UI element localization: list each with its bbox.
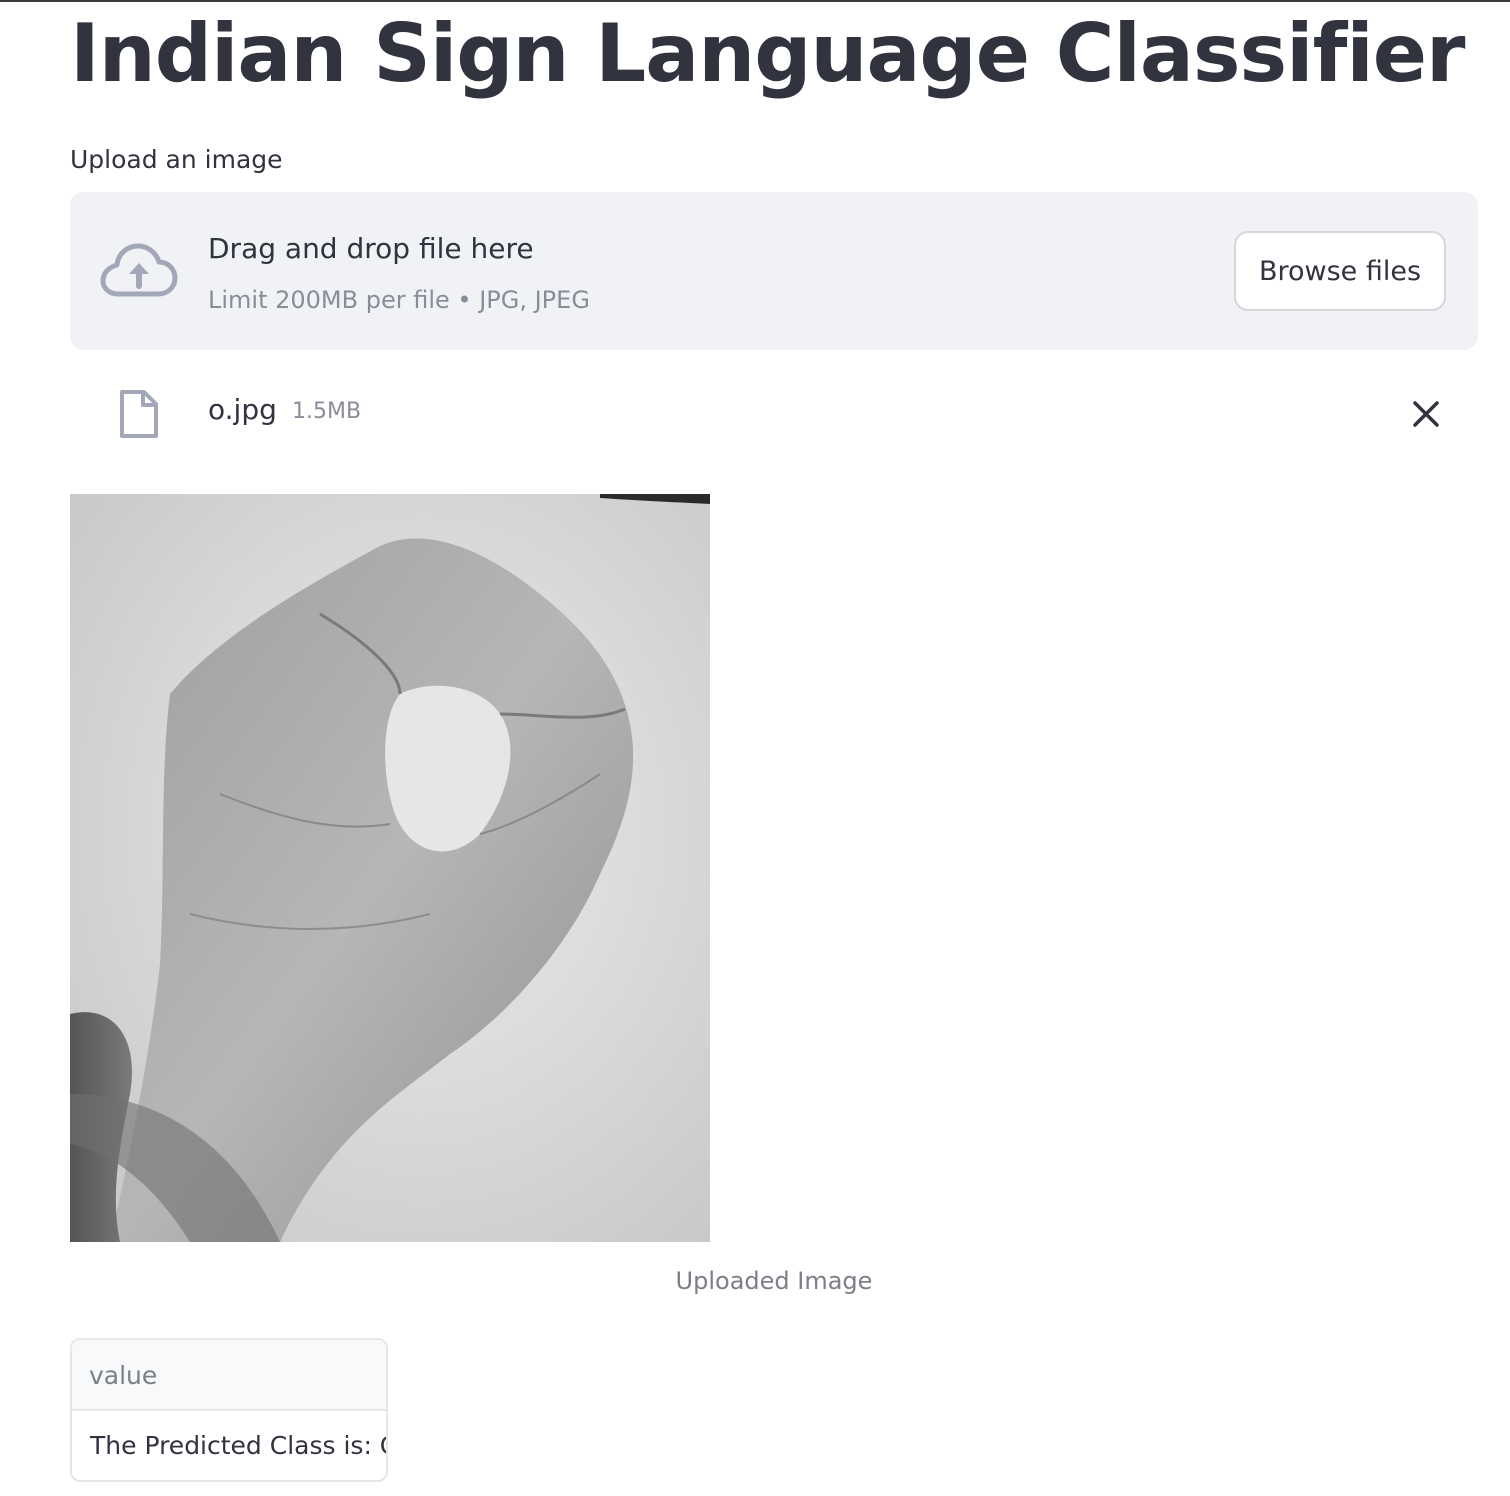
hand-photo	[70, 494, 710, 1242]
top-divider	[0, 0, 1510, 2]
cloud-upload-icon	[100, 243, 178, 297]
dropzone-limit-text: Limit 200MB per file • JPG, JPEG	[208, 286, 590, 314]
app-page: Indian Sign Language Classifier Upload a…	[0, 0, 1510, 1496]
table-row: The Predicted Class is: C	[90, 1431, 388, 1460]
browse-files-button[interactable]: Browse files	[1234, 231, 1446, 311]
image-caption: Uploaded Image	[675, 1267, 873, 1295]
uploaded-file-name: o.jpg	[208, 393, 277, 426]
result-table: value The Predicted Class is: C	[70, 1338, 388, 1482]
table-header-cell: value	[72, 1340, 386, 1411]
close-icon[interactable]	[1406, 394, 1446, 434]
dropzone-instructions: Drag and drop file here	[208, 232, 534, 265]
uploader-label: Upload an image	[70, 145, 283, 174]
uploaded-image	[70, 494, 710, 1242]
uploaded-file-size: 1.5MB	[292, 399, 362, 424]
page-title: Indian Sign Language Classifier	[70, 7, 1466, 100]
file-icon	[120, 390, 158, 438]
